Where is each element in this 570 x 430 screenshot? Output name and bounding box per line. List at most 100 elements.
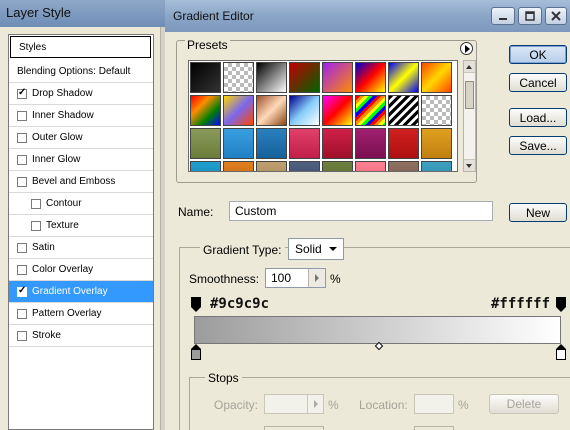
location-unit: % — [458, 398, 469, 412]
save-button[interactable]: Save... — [509, 136, 567, 155]
style-item-inner-glow[interactable]: Inner Glow — [9, 149, 153, 171]
style-item-pattern-overlay[interactable]: Pattern Overlay — [9, 303, 153, 325]
style-checkbox[interactable] — [17, 87, 27, 99]
scroll-down-icon[interactable] — [464, 159, 475, 171]
color-stop-left[interactable] — [191, 344, 201, 361]
presets-grid — [188, 60, 458, 172]
style-item-blending-options-default[interactable]: Blending Options: Default — [9, 61, 153, 83]
gradient-type-select[interactable]: Solid — [288, 238, 344, 260]
preset-swatch[interactable] — [355, 128, 386, 159]
presets-menu-button[interactable] — [460, 42, 473, 55]
load-button[interactable]: Load... — [509, 108, 567, 127]
preset-swatch[interactable] — [190, 161, 221, 171]
style-item-color-overlay[interactable]: Color Overlay — [9, 259, 153, 281]
style-checkbox[interactable] — [31, 220, 41, 231]
style-checkbox[interactable] — [17, 308, 27, 319]
style-item-outer-glow[interactable]: Outer Glow — [9, 127, 153, 149]
style-checkbox[interactable] — [17, 330, 27, 341]
ok-button[interactable]: OK — [509, 45, 567, 64]
styles-header[interactable]: Styles — [10, 36, 151, 58]
opacity-stop-left[interactable] — [191, 297, 201, 312]
style-item-inner-shadow[interactable]: Inner Shadow — [9, 105, 153, 127]
preset-swatch[interactable] — [190, 62, 221, 93]
style-checkbox[interactable] — [31, 198, 41, 209]
gradient-editor-titlebar[interactable]: Gradient Editor — [165, 0, 570, 32]
style-checkbox[interactable] — [17, 154, 27, 165]
opacity-field[interactable] — [264, 394, 324, 414]
preset-swatch[interactable] — [190, 95, 221, 126]
presets-label: Presets — [185, 38, 230, 52]
style-item-label: Drop Shadow — [32, 88, 93, 99]
styles-list: Styles Blending Options: Default Drop Sha… — [8, 34, 154, 430]
new-button[interactable]: New — [509, 203, 567, 222]
preset-swatch[interactable] — [355, 161, 386, 171]
preset-swatch[interactable] — [421, 161, 452, 171]
preset-swatch[interactable] — [289, 62, 320, 93]
preset-swatch[interactable] — [421, 128, 452, 159]
style-checkbox[interactable] — [17, 110, 27, 121]
preset-swatch[interactable] — [289, 95, 320, 126]
style-item-label: Inner Glow — [32, 154, 81, 165]
gradient-editor-title: Gradient Editor — [173, 9, 254, 23]
presets-scrollbar[interactable] — [463, 60, 476, 172]
scroll-thumb[interactable] — [465, 81, 474, 109]
preset-swatch[interactable] — [355, 95, 386, 126]
smoothness-unit: % — [330, 272, 341, 286]
close-icon — [551, 11, 561, 21]
preset-swatch[interactable] — [355, 62, 386, 93]
style-checkbox[interactable] — [17, 264, 27, 275]
style-item-label: Pattern Overlay — [32, 308, 102, 319]
preset-swatch[interactable] — [421, 62, 452, 93]
preset-swatch[interactable] — [322, 128, 353, 159]
style-item-drop-shadow[interactable]: Drop Shadow — [9, 83, 153, 105]
style-item-label: Blending Options: Default — [17, 66, 131, 77]
preset-swatch[interactable] — [256, 95, 287, 126]
smoothness-stepper-icon[interactable] — [308, 269, 325, 287]
preset-swatch[interactable] — [388, 161, 419, 171]
preset-swatch[interactable] — [322, 161, 353, 171]
preset-swatch[interactable] — [322, 95, 353, 126]
style-item-contour[interactable]: Contour — [9, 193, 153, 215]
style-item-texture[interactable]: Texture — [9, 215, 153, 237]
preset-swatch[interactable] — [223, 62, 254, 93]
opacity-stop-right[interactable] — [556, 297, 566, 312]
maximize-button[interactable] — [518, 7, 542, 25]
close-button[interactable] — [545, 7, 567, 25]
smoothness-field[interactable]: 100 — [265, 268, 326, 288]
scroll-up-icon[interactable] — [464, 61, 475, 73]
preset-swatch[interactable] — [223, 161, 254, 171]
preset-swatch[interactable] — [223, 128, 254, 159]
cancel-button[interactable]: Cancel — [509, 73, 567, 92]
style-item-label: Texture — [46, 220, 79, 231]
style-checkbox[interactable] — [17, 285, 27, 297]
preset-swatch[interactable] — [190, 128, 221, 159]
preset-swatch[interactable] — [322, 62, 353, 93]
opacity-stepper-icon[interactable] — [307, 395, 323, 413]
preset-swatch[interactable] — [289, 161, 320, 171]
preset-swatch[interactable] — [289, 128, 320, 159]
layer-style-titlebar[interactable]: Layer Style — [0, 0, 165, 27]
style-checkbox[interactable] — [17, 132, 27, 143]
location-label: Location: — [359, 398, 408, 412]
style-item-bevel-and-emboss[interactable]: Bevel and Emboss — [9, 171, 153, 193]
preset-swatch[interactable] — [388, 62, 419, 93]
delete-button[interactable]: Delete — [489, 394, 559, 414]
preset-swatch[interactable] — [256, 161, 287, 171]
style-checkbox[interactable] — [17, 176, 27, 187]
preset-swatch[interactable] — [256, 62, 287, 93]
style-item-satin[interactable]: Satin — [9, 237, 153, 259]
location-field[interactable] — [414, 394, 454, 414]
style-checkbox[interactable] — [17, 242, 27, 253]
style-item-gradient-overlay[interactable]: Gradient Overlay — [9, 281, 153, 303]
minimize-button[interactable] — [491, 7, 515, 25]
preset-swatch[interactable] — [388, 95, 419, 126]
preset-swatch[interactable] — [256, 128, 287, 159]
style-item-stroke[interactable]: Stroke — [9, 325, 153, 347]
preset-swatch[interactable] — [223, 95, 254, 126]
color-stop-right[interactable] — [556, 344, 566, 361]
preset-swatch[interactable] — [388, 128, 419, 159]
gradient-bar[interactable] — [194, 316, 561, 344]
gradient-type-value: Solid — [295, 242, 322, 256]
preset-swatch[interactable] — [421, 95, 452, 126]
name-field[interactable] — [229, 201, 493, 221]
